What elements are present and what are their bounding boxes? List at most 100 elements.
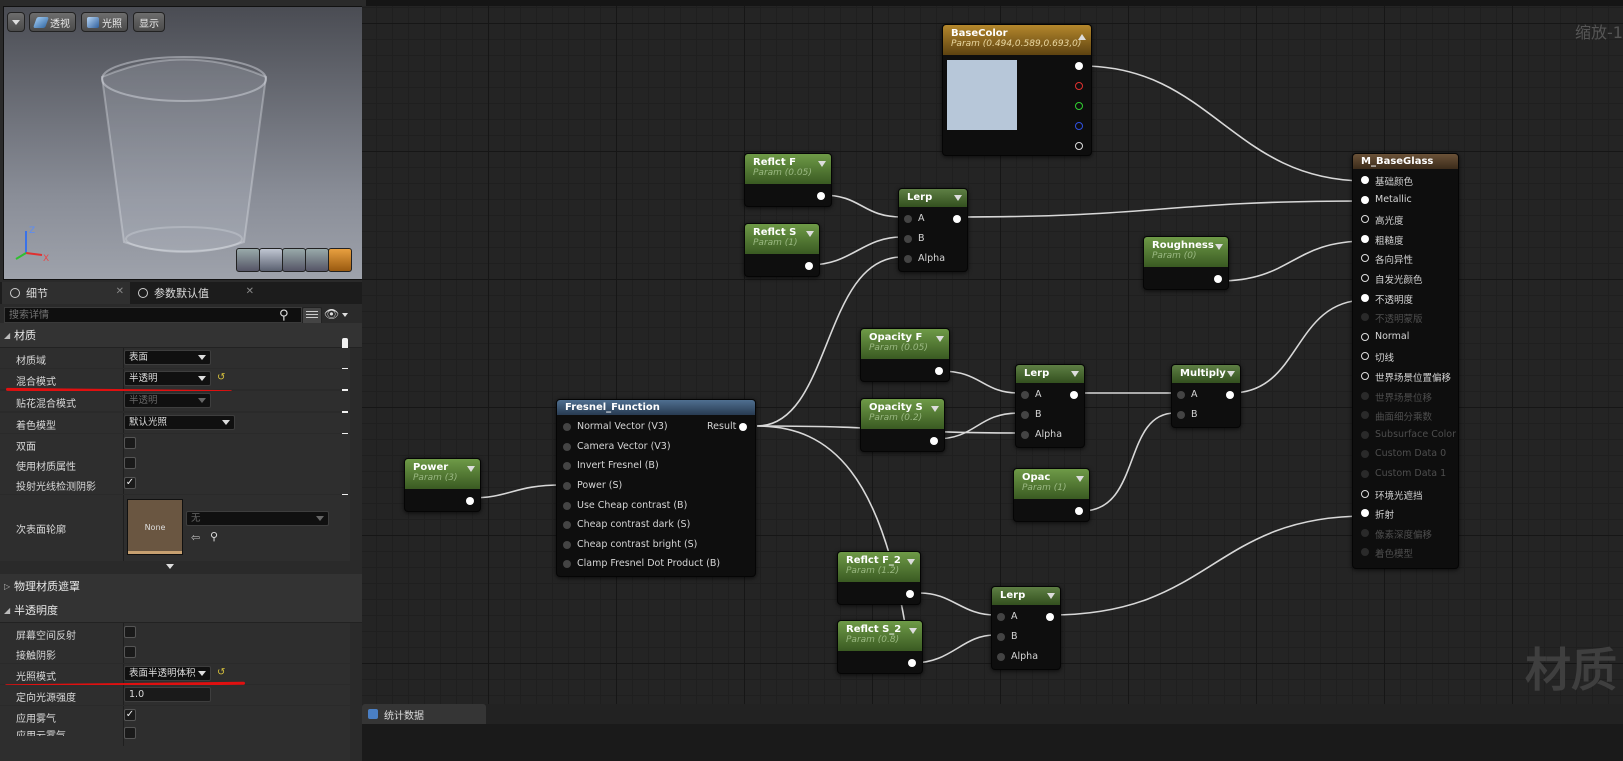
- close-icon[interactable]: ✕: [246, 286, 254, 297]
- result-input-pin[interactable]: [1361, 195, 1369, 204]
- use-selected-arrow-icon[interactable]: ⇦: [191, 531, 200, 544]
- node-fresnel-function[interactable]: Fresnel_Function Normal Vector (V3) Came…: [556, 399, 756, 577]
- input-pin-b[interactable]: [1177, 411, 1185, 419]
- result-input-pin[interactable]: [1361, 372, 1369, 380]
- section-material[interactable]: ◢ 材质: [0, 323, 362, 348]
- material-domain-dropdown[interactable]: 表面: [124, 350, 211, 365]
- tab-stats[interactable]: 统计数据: [362, 704, 486, 724]
- contact-shadows-checkbox[interactable]: [124, 646, 136, 658]
- cast-raytraced-shadows-checkbox[interactable]: ✓: [124, 477, 136, 489]
- input-pin-a[interactable]: [997, 613, 1005, 621]
- decal-blend-dropdown[interactable]: 半透明: [124, 393, 211, 408]
- close-icon[interactable]: ✕: [116, 286, 124, 297]
- apply-cloud-fog-checkbox[interactable]: [124, 727, 136, 739]
- input-pin-a[interactable]: [904, 215, 912, 223]
- input-pin-alpha[interactable]: [1021, 431, 1029, 439]
- result-input-pin[interactable]: [1361, 528, 1369, 537]
- subsurface-asset-dropdown[interactable]: 无: [186, 511, 329, 526]
- chevron-down-icon[interactable]: [342, 313, 348, 317]
- node-opac[interactable]: Opac Param (1): [1013, 468, 1090, 522]
- node-power[interactable]: Power Param (3): [404, 458, 481, 512]
- chevron-down-icon[interactable]: [467, 466, 475, 472]
- result-input-pin[interactable]: [1361, 352, 1369, 361]
- result-input-pin[interactable]: [1361, 313, 1369, 322]
- preview-cube-button[interactable]: [305, 248, 329, 272]
- use-material-attributes-checkbox[interactable]: [124, 457, 136, 469]
- node-basecolor[interactable]: BaseColor Param (0.494,0.589,0.693,0): [942, 24, 1092, 156]
- preview-sphere-button[interactable]: [259, 248, 283, 272]
- result-input-pin[interactable]: [1361, 215, 1369, 224]
- reset-icon[interactable]: ↺: [217, 372, 225, 383]
- collapse-icon[interactable]: [1078, 34, 1086, 40]
- input-pin-alpha[interactable]: [904, 255, 912, 263]
- shading-model-dropdown[interactable]: 默认光照: [124, 415, 235, 430]
- output-pin[interactable]: [1226, 391, 1234, 399]
- chevron-down-icon[interactable]: [909, 628, 917, 634]
- node-lerp-1[interactable]: Lerp A B Alpha: [898, 188, 968, 272]
- details-search-input[interactable]: [4, 307, 302, 323]
- chevron-down-icon[interactable]: [1076, 476, 1084, 482]
- preview-cylinder-button[interactable]: [236, 248, 260, 272]
- chevron-down-icon[interactable]: [1227, 371, 1235, 377]
- output-pin[interactable]: [1214, 275, 1222, 283]
- chevron-down-icon[interactable]: [954, 195, 962, 201]
- result-input-pin[interactable]: [1361, 411, 1369, 420]
- node-opacity-f[interactable]: Opacity F Param (0.05): [860, 328, 950, 382]
- ssr-checkbox[interactable]: [124, 626, 136, 638]
- result-input-pin[interactable]: [1361, 332, 1369, 341]
- node-reflct-s2[interactable]: Reflct S_2 Param (0.8): [837, 620, 923, 674]
- result-input-pin[interactable]: [1361, 470, 1369, 478]
- output-pin-b[interactable]: [1075, 122, 1083, 130]
- chevron-down-icon[interactable]: [1047, 593, 1055, 599]
- input-pin-b[interactable]: [997, 633, 1005, 641]
- node-material-result[interactable]: M_BaseGlass 基础颜色 Metallic 高光度 粗糙度 各向异性 自发光颜色不…: [1352, 153, 1459, 569]
- output-pin[interactable]: [930, 437, 938, 445]
- tab-details[interactable]: 细节 ✕: [2, 282, 130, 304]
- show-button[interactable]: 显示: [133, 12, 165, 32]
- output-pin[interactable]: [953, 215, 961, 223]
- result-input-pin[interactable]: [1361, 176, 1369, 184]
- preview-mesh-button[interactable]: [328, 248, 352, 272]
- viewport-menu-button[interactable]: [7, 12, 25, 32]
- output-pin-rgb[interactable]: [1075, 62, 1083, 70]
- subsurface-thumbnail[interactable]: None: [127, 499, 183, 555]
- output-pin[interactable]: [908, 659, 916, 667]
- lit-button[interactable]: 光照: [81, 12, 128, 32]
- search-icon[interactable]: ⚲: [279, 308, 289, 323]
- output-pin[interactable]: [817, 192, 825, 200]
- blend-mode-dropdown[interactable]: 半透明: [124, 371, 211, 386]
- input-pin-b[interactable]: [1021, 411, 1029, 419]
- output-pin[interactable]: [1070, 391, 1078, 399]
- output-pin-r[interactable]: [1075, 82, 1083, 90]
- two-sided-checkbox[interactable]: [124, 437, 136, 449]
- material-graph[interactable]: 缩放-1 材质 BaseColor Param (0.494,0.589,0.6…: [362, 6, 1623, 704]
- lighting-mode-dropdown[interactable]: 表面半透明体积: [124, 666, 211, 681]
- eye-icon[interactable]: 👁: [324, 307, 339, 321]
- input-pin-a[interactable]: [1177, 391, 1185, 399]
- node-reflct-f2[interactable]: Reflct F_2 Param (1.2): [837, 551, 921, 605]
- result-input-pin[interactable]: [1361, 254, 1369, 263]
- output-pin[interactable]: [1046, 613, 1054, 621]
- chevron-down-icon[interactable]: [806, 231, 814, 237]
- output-pin[interactable]: [466, 497, 474, 505]
- node-opacity-s[interactable]: Opacity S Param (0.2): [860, 398, 945, 452]
- preview-viewport[interactable]: 透视 光照 显示 Z X: [3, 6, 367, 280]
- apply-fog-checkbox[interactable]: ✓: [124, 709, 136, 721]
- node-multiply[interactable]: Multiply A B: [1171, 364, 1241, 428]
- section-translucency[interactable]: ◢ 半透明度: [0, 598, 362, 623]
- section-physical-mask[interactable]: ▷ 物理材质遮罩: [0, 574, 362, 599]
- result-input-pin[interactable]: [1361, 293, 1369, 302]
- input-pin-a[interactable]: [1021, 391, 1029, 399]
- result-input-pin[interactable]: [1361, 274, 1369, 282]
- output-pin-result[interactable]: [739, 423, 747, 431]
- result-input-pin[interactable]: [1361, 450, 1369, 459]
- output-pin[interactable]: [1075, 507, 1083, 515]
- result-input-pin[interactable]: [1361, 509, 1369, 518]
- preview-plane-button[interactable]: [282, 248, 306, 272]
- node-reflct-s[interactable]: Reflct S Param (1): [744, 223, 820, 277]
- input-pin-b[interactable]: [904, 235, 912, 243]
- input-pin-alpha[interactable]: [997, 653, 1005, 661]
- result-input-pin[interactable]: [1361, 234, 1369, 243]
- output-pin[interactable]: [935, 367, 943, 375]
- output-pin[interactable]: [906, 590, 914, 598]
